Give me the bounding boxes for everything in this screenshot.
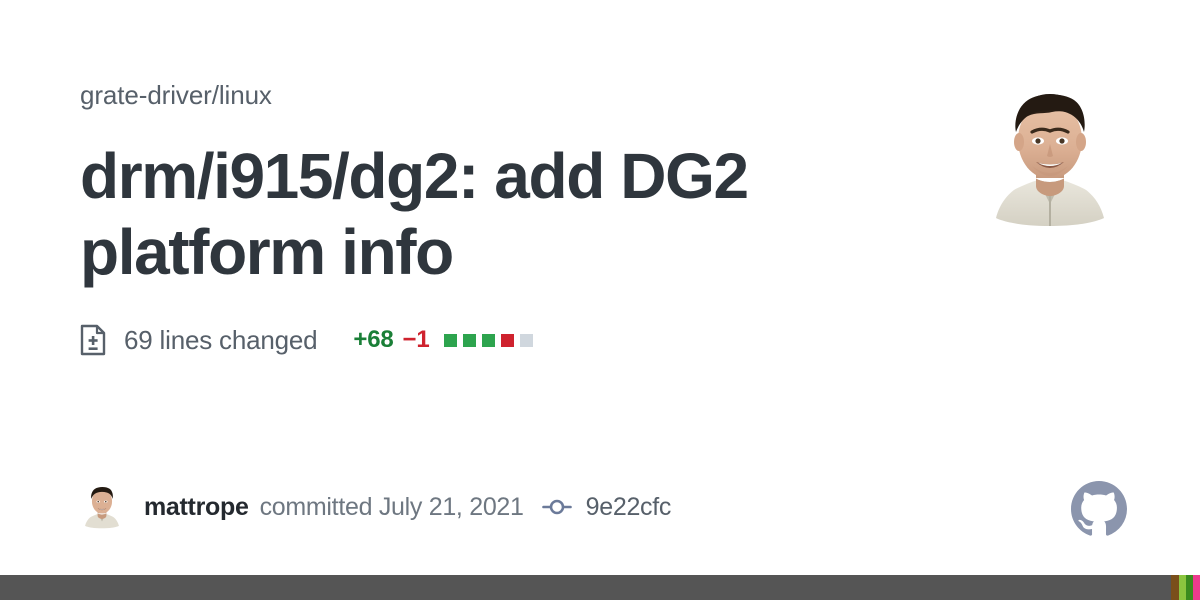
commit-date-label: committed July 21, 2021 [259,492,524,521]
bar-stripe-magenta [1193,575,1200,600]
bar-stripe-dark-green [1186,575,1193,600]
avatar-photo [980,78,1120,238]
author-avatar-large [980,78,1120,238]
commit-social-preview-card: grate-driver/linux drm/i915/dg2: add DG2… [0,0,1200,600]
diffstat: +68 −1 [353,326,533,354]
commit-hash[interactable]: 9e22cfc [586,493,672,522]
diff-block-addition [462,333,476,347]
diff-block-addition [481,333,495,347]
additions-count: +68 [353,326,394,353]
author-avatar-small[interactable] [80,485,124,529]
diff-block-deletion [500,333,514,347]
bottom-bar [0,575,1200,600]
diff-file-icon [80,324,106,356]
diff-block-addition [443,333,457,347]
deletions-count: −1 [402,326,430,353]
commit-header: grate-driver/linux drm/i915/dg2: add DG2… [80,78,940,290]
bar-stripe-light-green [1179,575,1186,600]
lines-changed-label: 69 lines changed [124,325,318,355]
commit-stats-row: 69 lines changed +68 −1 [80,320,533,360]
git-commit-icon [541,492,572,522]
avatar-photo-small [80,485,124,529]
commit-footer: mattrope committed July 21, 2021 9e22cfc [80,484,671,530]
bar-stripe-brown [1171,575,1179,600]
commit-author-name[interactable]: mattrope [144,493,249,522]
commit-title: drm/i915/dg2: add DG2 platform info [80,140,749,288]
diff-block-neutral [519,333,533,347]
diff-block-row [443,333,533,347]
repository-name[interactable]: grate-driver/linux [80,78,940,112]
github-octocat-logo [1071,481,1127,537]
